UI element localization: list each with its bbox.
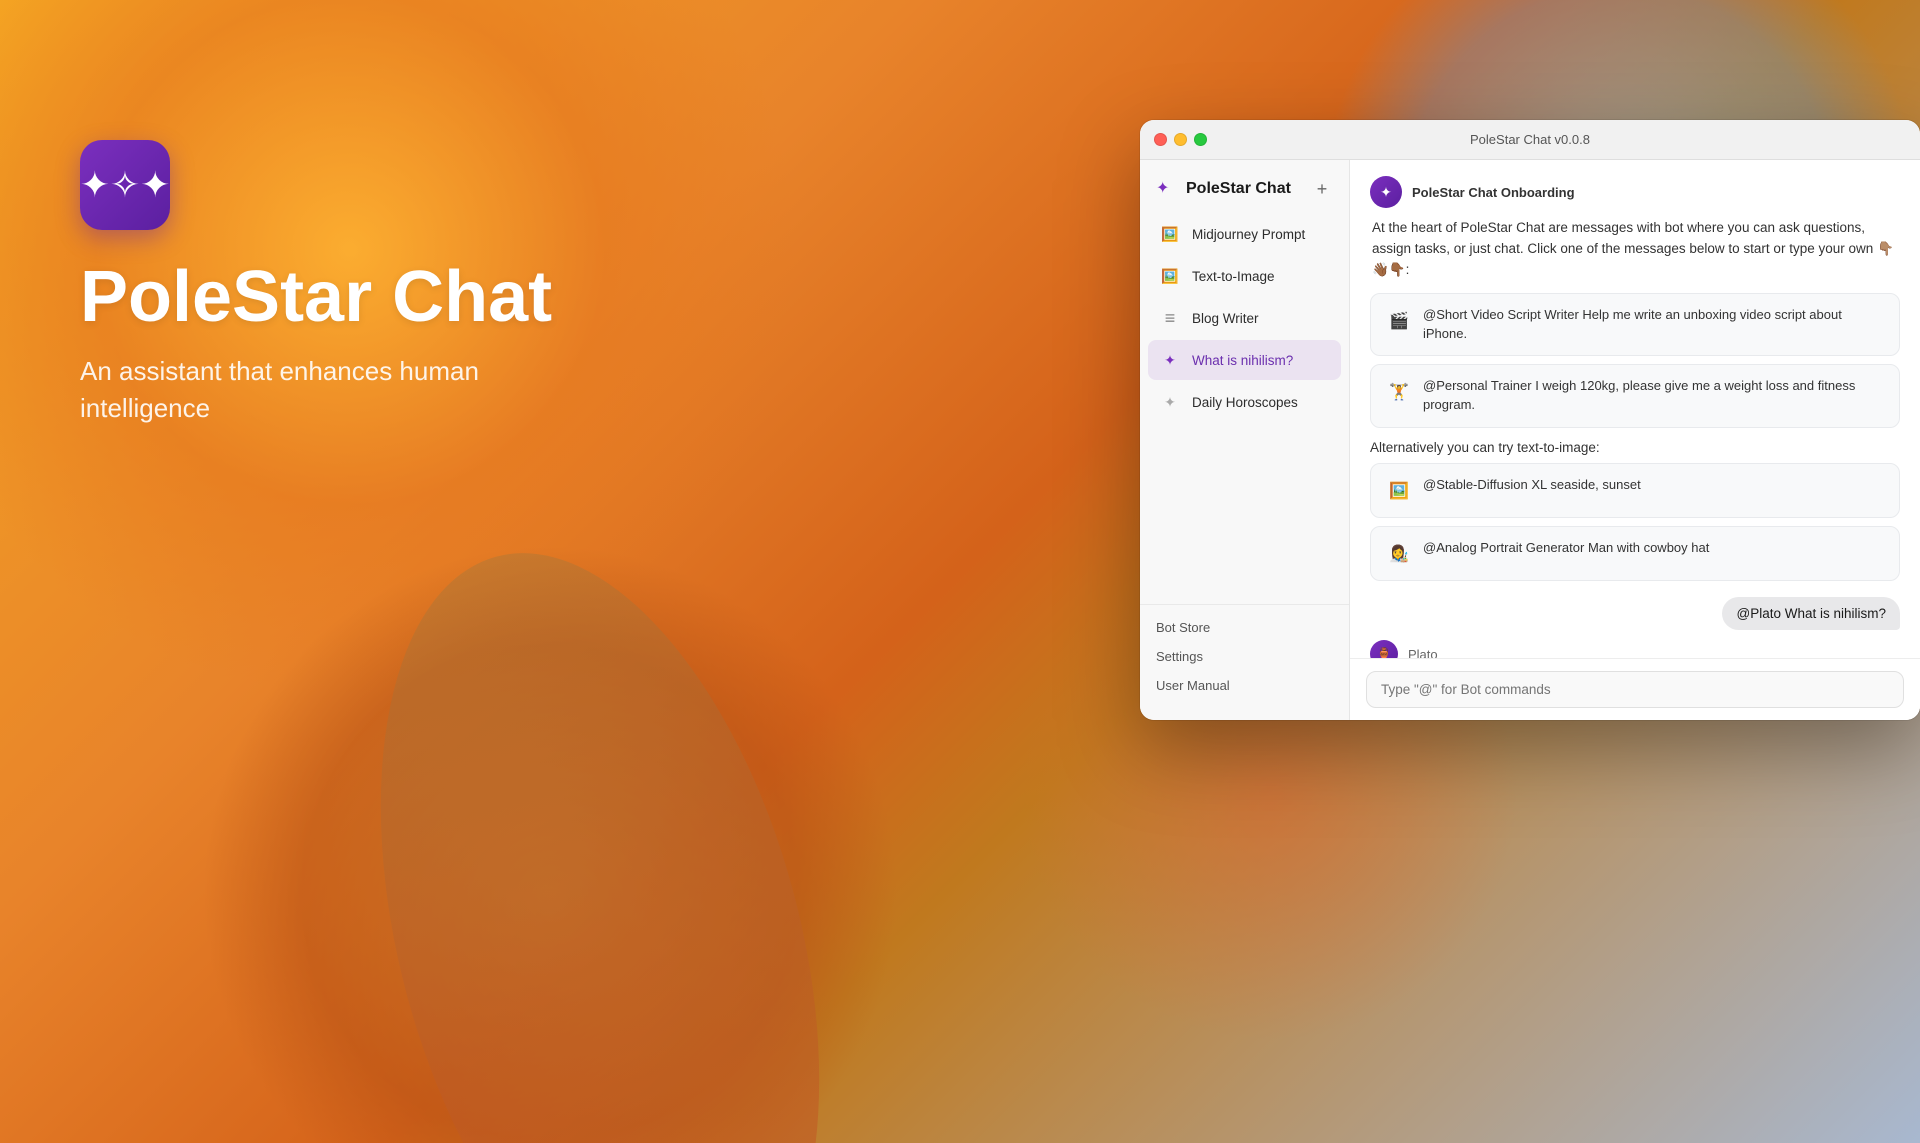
bot-avatar-icon: ✦ [1380, 184, 1392, 201]
sidebar-item-icon-text-to-image: 🖼️ [1158, 264, 1182, 288]
left-panel: ✦✧✦ PoleStar Chat An assistant that enha… [80, 140, 560, 426]
suggestion-card-trainer[interactable]: 🏋️ @Personal Trainer I weigh 120kg, plea… [1370, 364, 1900, 428]
suggestion-card-video[interactable]: 🎬 @Short Video Script Writer Help me wri… [1370, 293, 1900, 357]
bot-reply-name: Plato [1408, 647, 1438, 658]
sidebar-item-label-midjourney: Midjourney Prompt [1192, 227, 1305, 242]
suggestion-icon-trainer: 🏋️ [1385, 378, 1413, 406]
sidebar-nav: 🖼️ Midjourney Prompt 🖼️ Text-to-Image ≡ … [1140, 214, 1349, 604]
app-window: PoleStar Chat v0.0.8 ✦ PoleStar Chat + 🖼… [1140, 120, 1920, 720]
sidebar-item-icon-horoscopes: ✦ [1158, 390, 1182, 414]
sidebar-footer: Bot Store Settings User Manual [1140, 604, 1349, 708]
chat-input[interactable] [1366, 671, 1904, 708]
chat-input-area [1350, 658, 1920, 720]
sidebar-item-icon-midjourney: 🖼️ [1158, 222, 1182, 246]
window-body: ✦ PoleStar Chat + 🖼️ Midjourney Prompt 🖼… [1140, 160, 1920, 720]
chat-area: ✦ PoleStar Chat Onboarding At the heart … [1350, 160, 1920, 720]
window-title: PoleStar Chat v0.0.8 [1470, 132, 1590, 147]
suggestion-icon-video: 🎬 [1385, 307, 1413, 335]
new-chat-button[interactable]: + [1311, 178, 1333, 200]
sidebar-item-icon-nihilism: ✦ [1158, 348, 1182, 372]
sidebar-item-blog-writer[interactable]: ≡ Blog Writer [1148, 298, 1341, 338]
onboarding-title: PoleStar Chat Onboarding [1412, 185, 1575, 200]
minimize-button[interactable] [1174, 133, 1187, 146]
settings-link[interactable]: Settings [1156, 642, 1333, 671]
sidebar-item-label-nihilism: What is nihilism? [1192, 353, 1293, 368]
plato-avatar: 🏺 [1370, 640, 1398, 658]
sidebar-item-label-blog-writer: Blog Writer [1192, 311, 1259, 326]
chat-messages: ✦ PoleStar Chat Onboarding At the heart … [1350, 160, 1920, 658]
onboarding-bot-avatar: ✦ [1370, 176, 1402, 208]
sidebar-header: ✦ PoleStar Chat + [1140, 172, 1349, 214]
traffic-lights [1154, 133, 1207, 146]
sidebar-item-nihilism[interactable]: ✦ What is nihilism? [1148, 340, 1341, 380]
suggestion-icon-portrait: 👩‍🎨 [1385, 540, 1413, 568]
text-to-image-label: Alternatively you can try text-to-image: [1370, 440, 1900, 455]
suggestion-icon-stable-diffusion: 🖼️ [1385, 477, 1413, 505]
sidebar-app-name: PoleStar Chat [1186, 180, 1291, 198]
sidebar-item-horoscopes[interactable]: ✦ Daily Horoscopes [1148, 382, 1341, 422]
app-title: PoleStar Chat [80, 258, 560, 337]
sidebar-item-label-text-to-image: Text-to-Image [1192, 269, 1275, 284]
suggestion-text-video: @Short Video Script Writer Help me write… [1423, 306, 1885, 344]
sidebar-item-midjourney[interactable]: 🖼️ Midjourney Prompt [1148, 214, 1341, 254]
bot-reply-row: 🏺 Plato [1370, 640, 1900, 658]
app-icon: ✦✧✦ [80, 140, 170, 230]
user-manual-link[interactable]: User Manual [1156, 671, 1333, 700]
close-button[interactable] [1154, 133, 1167, 146]
suggestion-text-stable-diffusion: @Stable-Diffusion XL seaside, sunset [1423, 476, 1641, 495]
title-bar: PoleStar Chat v0.0.8 [1140, 120, 1920, 160]
maximize-button[interactable] [1194, 133, 1207, 146]
suggestion-card-stable-diffusion[interactable]: 🖼️ @Stable-Diffusion XL seaside, sunset [1370, 463, 1900, 518]
sidebar-item-icon-blog-writer: ≡ [1158, 306, 1182, 330]
onboarding-intro-text: At the heart of PoleStar Chat are messag… [1370, 218, 1900, 281]
polestar-logo-icon: ✦ [1156, 178, 1178, 200]
onboarding-block: ✦ PoleStar Chat Onboarding At the heart … [1370, 176, 1900, 581]
user-message-row: @Plato What is nihilism? [1370, 597, 1900, 630]
suggestion-text-trainer: @Personal Trainer I weigh 120kg, please … [1423, 377, 1885, 415]
plato-avatar-icon: 🏺 [1377, 647, 1392, 658]
sidebar: ✦ PoleStar Chat + 🖼️ Midjourney Prompt 🖼… [1140, 160, 1350, 720]
suggestion-card-portrait[interactable]: 👩‍🎨 @Analog Portrait Generator Man with … [1370, 526, 1900, 581]
suggestion-text-portrait: @Analog Portrait Generator Man with cowb… [1423, 539, 1709, 558]
user-message-bubble: @Plato What is nihilism? [1722, 597, 1900, 630]
sidebar-item-label-horoscopes: Daily Horoscopes [1192, 395, 1298, 410]
bot-store-link[interactable]: Bot Store [1156, 613, 1333, 642]
app-icon-stars: ✦✧✦ [80, 167, 171, 203]
sidebar-item-text-to-image[interactable]: 🖼️ Text-to-Image [1148, 256, 1341, 296]
onboarding-header: ✦ PoleStar Chat Onboarding [1370, 176, 1900, 208]
app-subtitle: An assistant that enhances human intelli… [80, 353, 560, 426]
